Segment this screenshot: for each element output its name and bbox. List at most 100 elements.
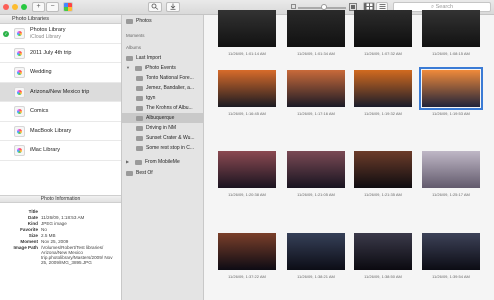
event-item-label: The Krohns of Albu... bbox=[146, 105, 193, 111]
folder-icon bbox=[136, 136, 143, 141]
event-item[interactable]: tgyn bbox=[122, 93, 204, 103]
info-value: 11/26/09, 1:18:53 AM bbox=[41, 215, 85, 220]
show-info-button[interactable] bbox=[148, 2, 162, 12]
list-view-icon bbox=[379, 4, 385, 9]
minimize-window-button[interactable] bbox=[12, 4, 18, 10]
photo-caption: 11/26/09, 1:38:21 AM bbox=[297, 274, 335, 279]
photos-library-icon bbox=[14, 86, 25, 98]
photo-caption: 11/26/09, 1:21:35 AM bbox=[364, 192, 402, 197]
event-item[interactable]: Jemez, Bandalier, a... bbox=[122, 83, 204, 93]
photo-thumbnail[interactable] bbox=[419, 67, 483, 110]
libraries-header: Photo Libraries bbox=[0, 15, 121, 24]
event-item-label: Albuquerque bbox=[146, 115, 175, 121]
photo-thumbnail[interactable] bbox=[287, 151, 345, 188]
event-item-label: Last Import bbox=[136, 55, 162, 61]
library-item[interactable]: Wedding bbox=[0, 63, 121, 83]
photos-app-icon[interactable] bbox=[63, 2, 73, 12]
library-list: ✓ Photos Library iCloud Library 2011 July 4… bbox=[0, 24, 121, 161]
photo-caption: 11/26/09, 1:19:32 AM bbox=[364, 111, 402, 116]
photo-thumbnail[interactable] bbox=[354, 70, 412, 107]
photo-thumbnail[interactable] bbox=[354, 151, 412, 188]
library-item[interactable]: Comics bbox=[0, 102, 121, 122]
library-item-label: iMac Library bbox=[30, 147, 60, 153]
photo-caption: 11/26/09, 1:25:17 AM bbox=[432, 192, 470, 197]
event-item-label: From MobileMe bbox=[145, 159, 180, 165]
library-item-label: MacBook Library bbox=[30, 127, 72, 134]
disclosure-closed-icon[interactable]: ▶ bbox=[126, 157, 129, 167]
event-item-label: Tonto National Fore... bbox=[146, 75, 194, 81]
info-search-icon bbox=[151, 3, 159, 10]
photos-library-icon bbox=[14, 28, 25, 39]
photo-caption: 11/26/09, 1:39:54 AM bbox=[432, 274, 470, 279]
grid-view-icon bbox=[366, 3, 372, 10]
photo-caption: 11/26/09, 1:01:14 AM bbox=[228, 51, 266, 56]
event-item[interactable]: Tonto National Fore... bbox=[122, 73, 204, 83]
iphoto-events-folder[interactable]: ▼ iPhoto Events bbox=[122, 63, 204, 73]
photo-thumbnail[interactable] bbox=[218, 151, 276, 188]
library-panel: Photo Libraries ✓ Photos Library iCloud Li… bbox=[0, 15, 122, 300]
library-item-label: Comics bbox=[30, 108, 49, 114]
photo-caption: 11/26/09, 1:17:16 AM bbox=[297, 111, 335, 116]
library-item-label: Arizona/New Mexico trip bbox=[30, 88, 90, 95]
info-value: 2.5 MB bbox=[41, 233, 56, 238]
library-item[interactable]: ✓ Photos Library iCloud Library bbox=[0, 24, 121, 44]
photo-thumbnail[interactable] bbox=[287, 10, 345, 47]
export-button[interactable] bbox=[166, 2, 180, 12]
info-key: Kind bbox=[27, 221, 38, 226]
info-value: No bbox=[41, 227, 47, 232]
disclosure-open-icon[interactable]: ▼ bbox=[126, 63, 130, 73]
last-import-item[interactable]: Last Import bbox=[122, 53, 204, 63]
photo-caption: 11/26/09, 1:19:53 AM bbox=[432, 111, 470, 116]
photo-thumbnail[interactable] bbox=[218, 233, 276, 270]
photo-info-panel: Title Date 11/26/09, 1:18:53 AM Kind JPEG im… bbox=[0, 204, 121, 300]
event-item-label: Best Of bbox=[136, 170, 153, 176]
photo-caption: 11/26/09, 1:08:15 AM bbox=[432, 51, 470, 56]
event-item[interactable]: Sunset Crater & Wu... bbox=[122, 133, 204, 143]
zoom-window-button[interactable] bbox=[21, 4, 27, 10]
library-item[interactable]: MacBook Library bbox=[0, 122, 121, 141]
photo-thumbnail[interactable] bbox=[287, 233, 345, 270]
photo-thumbnail[interactable] bbox=[422, 10, 480, 47]
best-of-item[interactable]: Best Of bbox=[122, 168, 204, 178]
from-mobileme-folder[interactable]: ▶ From MobileMe bbox=[122, 157, 204, 167]
event-item[interactable]: The Krohns of Albu... bbox=[122, 103, 204, 113]
event-item[interactable]: Albuquerque bbox=[122, 113, 204, 123]
event-item-label: Driving in NM bbox=[146, 125, 177, 131]
photo-info-header: Photo Information bbox=[0, 195, 121, 203]
photo-caption: 11/26/09, 1:37:22 AM bbox=[228, 274, 266, 279]
event-item-label: Some rest stop in C... bbox=[146, 145, 195, 151]
moments-header[interactable]: Moments bbox=[126, 33, 145, 38]
photo-thumbnail[interactable] bbox=[422, 233, 480, 270]
event-item[interactable]: Driving in NM bbox=[122, 123, 204, 133]
photo-thumbnail[interactable] bbox=[354, 233, 412, 270]
photos-library-icon bbox=[14, 125, 25, 137]
photo-caption: 11/26/09, 1:07:32 AM bbox=[364, 51, 402, 56]
photo-thumbnail[interactable] bbox=[354, 10, 412, 47]
event-item-label: tgyn bbox=[146, 95, 156, 101]
library-item[interactable]: Arizona/New Mexico trip bbox=[0, 82, 121, 102]
photos-library-icon bbox=[14, 145, 25, 156]
event-item-label: Sunset Crater & Wu... bbox=[146, 135, 195, 141]
info-key: Image Path bbox=[13, 245, 38, 250]
info-key: Moment bbox=[20, 239, 38, 244]
add-library-button[interactable]: + bbox=[32, 2, 45, 12]
photo-thumbnail[interactable] bbox=[218, 70, 276, 107]
photos-item[interactable]: Photos bbox=[122, 16, 204, 26]
folder-icon bbox=[126, 19, 133, 24]
photo-caption: 11/26/09, 1:01:34 AM bbox=[297, 51, 335, 56]
photo-thumbnail[interactable] bbox=[287, 70, 345, 107]
event-sidebar: Photos Moments Albums Last Import ▼ iPhoto Ev… bbox=[122, 15, 204, 300]
remove-library-button[interactable]: − bbox=[46, 2, 59, 12]
library-item[interactable]: iMac Library bbox=[0, 141, 121, 161]
library-item[interactable]: 2011 July 4th trip bbox=[0, 44, 121, 63]
photo-thumbnail[interactable] bbox=[422, 151, 480, 188]
library-item-sublabel: iCloud Library bbox=[30, 34, 61, 40]
folder-icon bbox=[136, 96, 143, 101]
folder-icon bbox=[126, 171, 133, 176]
event-item[interactable]: Some rest stop in C... bbox=[122, 143, 204, 153]
close-window-button[interactable] bbox=[3, 4, 9, 10]
photo-caption: 11/26/09, 1:21:05 AM bbox=[297, 192, 335, 197]
photo-caption: 11/26/09, 1:16:45 AM bbox=[228, 111, 266, 116]
library-item-label: Wedding bbox=[30, 69, 52, 75]
photo-thumbnail[interactable] bbox=[218, 10, 276, 47]
